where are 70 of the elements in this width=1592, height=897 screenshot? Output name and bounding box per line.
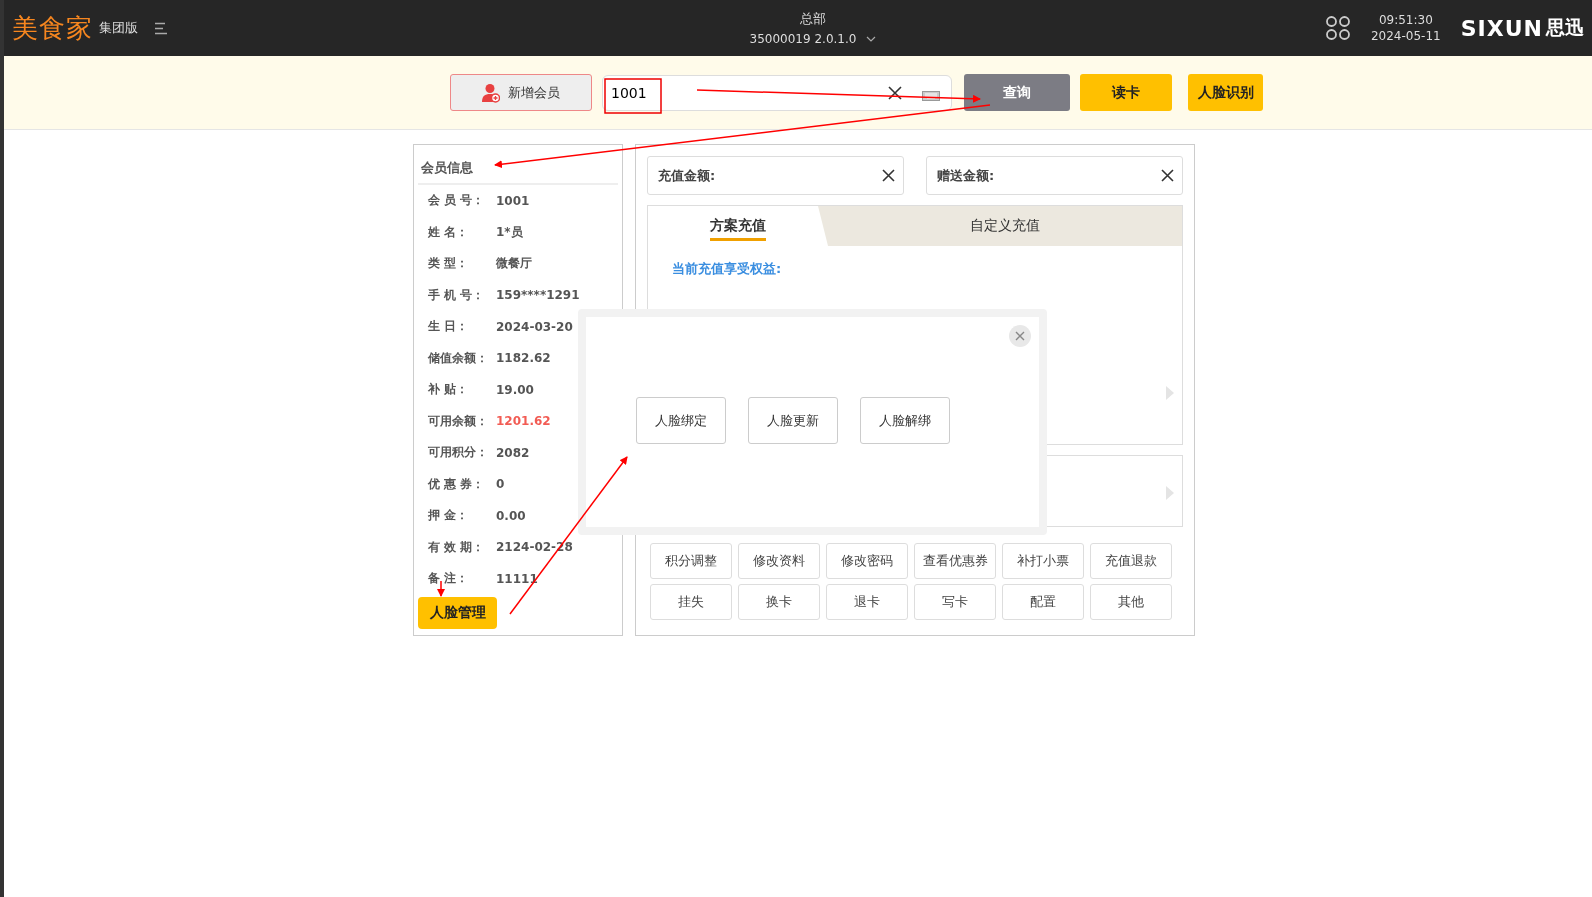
menu-icon[interactable] [154, 21, 168, 35]
dialog-button[interactable]: 人脸更新 [748, 397, 838, 444]
amount-field[interactable]: 赠送金额: [926, 156, 1183, 195]
field-value: 0 [496, 477, 505, 492]
field-label: 可用余额： [428, 412, 489, 430]
edition-label: 集团版 [99, 19, 138, 37]
field-label: 有 效 期： [428, 538, 486, 556]
action-button[interactable]: 积分调整 [650, 543, 732, 579]
field-label: 类 型： [428, 255, 470, 273]
recharge-tab[interactable]: 方案充值 [648, 206, 828, 246]
add-member-button[interactable]: 新增会员 [450, 74, 592, 111]
clear-icon[interactable] [888, 85, 902, 100]
field-label: 手 机 号： [428, 286, 486, 304]
toolbar-button[interactable]: 人脸识别 [1188, 74, 1263, 111]
keyboard-icon[interactable] [922, 90, 940, 101]
action-button[interactable]: 写卡 [914, 584, 996, 620]
field-value: 1182.62 [496, 351, 551, 366]
action-button[interactable]: 充值退款 [1090, 543, 1172, 579]
amount-field[interactable]: 充值金额: [647, 156, 904, 195]
field-value: 微餐厅 [496, 255, 532, 273]
grid-icon[interactable] [1324, 15, 1351, 41]
action-button[interactable]: 修改资料 [738, 543, 820, 579]
field-value: 1201.62 [496, 414, 551, 429]
clear-icon[interactable] [882, 169, 895, 182]
dialog-button[interactable]: 人脸绑定 [636, 397, 726, 444]
close-icon [1015, 331, 1025, 341]
field-value: 0.00 [496, 508, 526, 523]
action-button[interactable]: 换卡 [738, 584, 820, 620]
clock-time: 09:51:30 [1378, 12, 1433, 28]
brand-chinese-text: 思迅 [1546, 15, 1584, 40]
brand-logo-text: SIXUN [1460, 15, 1543, 41]
close-button[interactable] [1009, 325, 1031, 347]
action-button[interactable]: 配置 [1002, 584, 1084, 620]
field-label: 可用积分： [428, 444, 489, 462]
benefits-label: 当前充值享受权益: [672, 261, 782, 276]
logo-text: 美食家 [12, 11, 93, 45]
field-value: 11111 [496, 571, 538, 586]
dialog-button[interactable]: 人脸解绑 [860, 397, 950, 444]
action-button[interactable]: 修改密码 [826, 543, 908, 579]
store-name: 总部 [800, 10, 826, 28]
field-label: 押 金： [428, 507, 470, 525]
action-button[interactable]: 其他 [1090, 584, 1172, 620]
clear-icon[interactable] [1161, 169, 1174, 182]
field-value: 1001 [496, 193, 530, 208]
field-value: 19.00 [496, 382, 534, 397]
clock-date: 2024-05-11 [1370, 28, 1441, 44]
search-field[interactable]: 1001 [602, 74, 952, 111]
action-button[interactable]: 退卡 [826, 584, 908, 620]
chevron-down-icon[interactable] [866, 36, 877, 42]
action-button[interactable]: 查看优惠券 [914, 543, 996, 579]
field-value: 2024-03-20 [496, 319, 573, 334]
action-button[interactable]: 补打小票 [1002, 543, 1084, 579]
field-value: 1*员 [496, 223, 523, 241]
toolbar-button[interactable]: 读卡 [1080, 74, 1172, 111]
toolbar-button[interactable]: 查询 [964, 74, 1070, 111]
add-user-icon [482, 82, 500, 103]
field-label: 生 日： [428, 318, 470, 336]
field-label: 储值余额： [428, 349, 489, 367]
action-button[interactable]: 挂失 [650, 584, 732, 620]
field-label: 姓 名： [428, 223, 470, 241]
field-label: 优 惠 券： [428, 475, 486, 493]
field-label: 会 员 号： [428, 192, 486, 210]
field-label: 备 注： [428, 570, 470, 588]
face-management-button[interactable]: 人脸管理 [418, 596, 497, 629]
version-text: 35000019 2.0.1.0 [749, 32, 857, 46]
field-value: 2082 [496, 445, 530, 460]
panel-title: 会员信息 [418, 149, 618, 185]
field-value: 159****1291 [496, 288, 580, 303]
field-label: 补 贴： [428, 381, 470, 399]
highlight-box [604, 78, 662, 114]
